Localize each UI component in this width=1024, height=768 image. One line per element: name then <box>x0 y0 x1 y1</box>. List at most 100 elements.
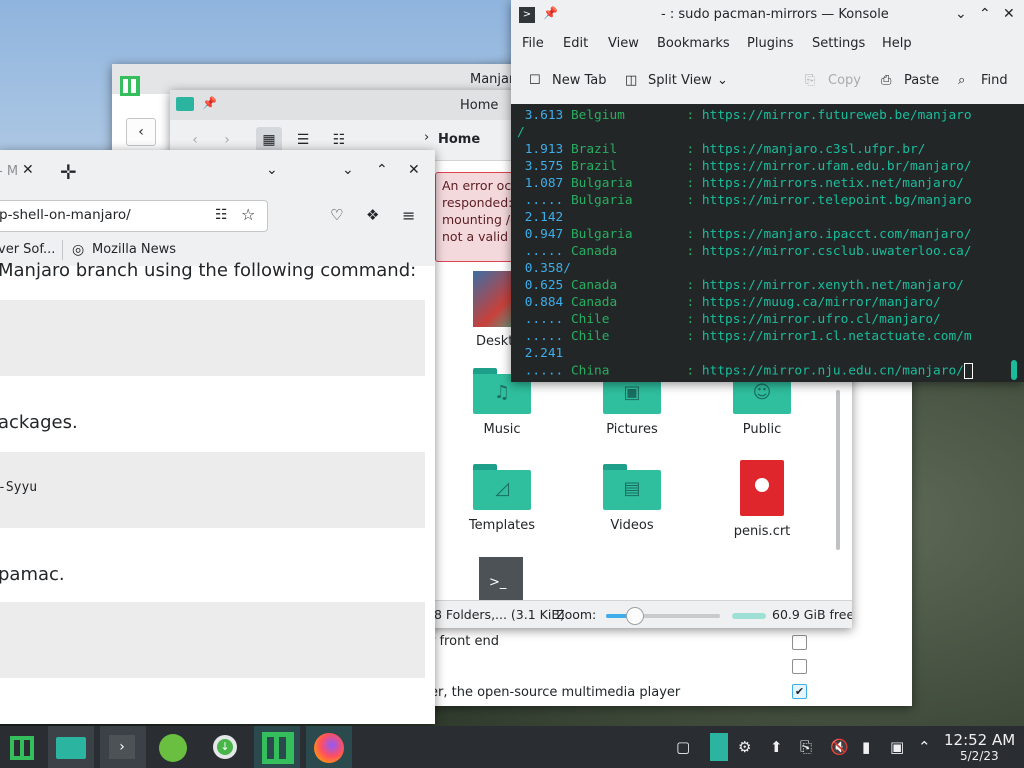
dolphin-statusbar: 8 Folders,... (3.1 KiB) Zoom: 60.9 GiB f… <box>430 600 852 628</box>
konsole-toolbar: ☐ New Tab ◫ Split View ⌄ ⎘ Copy ⎙ Paste … <box>511 58 1024 105</box>
firefox-tabbar: - M ✕ ✛ ⌄ ⌄ ⌃ ✕ <box>0 150 435 196</box>
find-button[interactable]: Find <box>981 73 1008 88</box>
pin-icon[interactable]: 📌 <box>543 6 558 20</box>
terminal-line: 0.947 Bulgaria : https://manjaro.ipacct.… <box>517 227 972 242</box>
mirror-country: Canada : <box>570 295 702 310</box>
code-block <box>0 602 425 678</box>
extensions-icon[interactable]: ❖ <box>366 206 379 224</box>
manjaro-menu-icon[interactable] <box>0 726 46 768</box>
show-desktop-icon[interactable]: ▢ <box>676 738 690 756</box>
konsole-task-icon[interactable]: › <box>100 726 146 768</box>
terminal-line: 0.358/ <box>517 261 571 276</box>
update-icon[interactable]: ⬆ <box>770 738 783 756</box>
mirror-time: 1.087 <box>517 176 571 191</box>
search-icon[interactable]: ⌕ <box>958 73 965 88</box>
close-icon[interactable]: ✕ <box>408 162 420 178</box>
usb-device-icon[interactable]: ▮ <box>862 738 870 756</box>
menu-edit[interactable]: Edit <box>563 36 588 51</box>
menu-bookmarks[interactable]: Bookmarks <box>657 36 730 51</box>
scrollbar[interactable] <box>836 390 840 550</box>
paste-button[interactable]: Paste <box>904 73 939 88</box>
menu-file[interactable]: File <box>522 36 544 51</box>
dolphin-task-icon[interactable] <box>48 726 94 768</box>
file-item-templates[interactable]: ◿ Templates <box>447 464 557 533</box>
split-view-icon[interactable]: ◫ <box>625 73 637 88</box>
tab-close-icon[interactable]: ✕ <box>22 162 34 178</box>
network-icon[interactable]: ▣ <box>890 738 904 756</box>
back-button[interactable]: ‹ <box>126 118 156 146</box>
url-text[interactable]: p-shell-on-manjaro/ <box>0 207 131 223</box>
clock-date[interactable]: 5/2/23 <box>960 749 999 763</box>
firefox-task-icon[interactable] <box>306 726 352 768</box>
mirror-url: https://mirror.xenyth.net/manjaro/ <box>701 278 964 293</box>
terminal-line: ..... Bulgaria : https://mirror.telepoin… <box>517 193 972 208</box>
zoom-slider-handle[interactable] <box>626 607 644 625</box>
terminal-scrollbar[interactable] <box>1011 360 1017 380</box>
pager-icon[interactable] <box>710 733 728 761</box>
menu-view[interactable]: View <box>608 36 639 51</box>
settings-icon[interactable]: ⚙ <box>738 738 751 756</box>
konsole-titlebar[interactable]: > 📌 - : sudo pacman-mirrors — Konsole ⌄ … <box>511 0 1024 30</box>
chevron-left-icon: ‹ <box>138 124 144 140</box>
list-tabs-chevron-icon[interactable]: ⌄ <box>266 162 278 178</box>
mirror-url: https://mirror.nju.edu.cn/manjaro/ <box>701 363 964 379</box>
mirror-time: 2.241 <box>517 346 564 361</box>
split-view-button[interactable]: Split View <box>648 73 712 88</box>
mirror-time: 0.358/ <box>517 261 571 276</box>
url-bar[interactable]: p-shell-on-manjaro/ ☷ ☆ <box>0 200 268 232</box>
file-label-desktop[interactable]: Deskt <box>476 334 513 349</box>
mirror-url: https://mirror1.cl.netactuate.com/m <box>701 329 972 344</box>
minimize-icon[interactable]: ⌄ <box>342 162 354 178</box>
pocket-icon[interactable]: ♡ <box>330 206 343 224</box>
copy-button[interactable]: Copy <box>828 73 861 88</box>
package-checkbox[interactable] <box>792 659 807 674</box>
file-item-videos[interactable]: ▤ Videos <box>577 464 687 533</box>
reader-view-icon[interactable]: ☷ <box>215 207 228 223</box>
minimize-icon[interactable]: ⌄ <box>955 6 967 22</box>
file-label: Templates <box>468 518 536 533</box>
maximize-icon[interactable]: ⌃ <box>376 162 388 178</box>
file-label: Music <box>483 422 521 437</box>
mirror-time: ..... <box>517 329 571 344</box>
menu-plugins[interactable]: Plugins <box>747 36 794 51</box>
file-label: Pictures <box>606 422 658 437</box>
chevron-up-icon[interactable]: ⌃ <box>918 738 931 756</box>
tab-title[interactable]: - M <box>0 164 18 179</box>
terminal-cursor <box>963 363 973 379</box>
clipboard-icon[interactable]: ⎘ <box>800 738 812 756</box>
manjaro-hello-task-icon[interactable] <box>254 726 300 768</box>
zoom-slider[interactable] <box>606 614 720 618</box>
new-tab-icon[interactable]: ☐ <box>529 73 541 88</box>
chevron-down-icon[interactable]: ⌄ <box>717 73 728 88</box>
bookmark-item[interactable]: ver Sof... <box>0 242 55 257</box>
terminal-output[interactable]: 3.613 Belgium : https://mirror.futureweb… <box>511 104 1024 382</box>
konsole-menubar: File Edit View Bookmarks Plugins Setting… <box>511 30 1024 58</box>
mirror-country: Brazil : <box>570 159 702 174</box>
konsole-window-title: - : sudo pacman-mirrors — Konsole <box>661 7 889 22</box>
mirror-time: 3.613 <box>517 108 571 123</box>
package-checkbox-checked[interactable]: ✔ <box>792 684 807 699</box>
clock-time[interactable]: 12:52 AM <box>944 731 1015 749</box>
maximize-icon[interactable]: ⌃ <box>979 6 991 22</box>
hamburger-menu-icon[interactable]: ≡ <box>402 206 415 225</box>
bookmark-item[interactable]: Mozilla News <box>92 242 176 257</box>
downloader-task-icon[interactable]: ↓ <box>203 726 249 768</box>
terminal-line: ..... China : https://mirror.nju.edu.cn/… <box>517 363 973 379</box>
pin-icon[interactable]: 📌 <box>202 96 217 110</box>
close-icon[interactable]: ✕ <box>1003 6 1015 22</box>
bookmark-star-icon[interactable]: ☆ <box>241 205 255 224</box>
menu-settings[interactable]: Settings <box>812 36 865 51</box>
mirror-country: Bulgaria : <box>570 193 702 208</box>
breadcrumb[interactable]: Home <box>438 132 480 147</box>
mirror-url: https://mirror.futureweb.be/manjaro <box>701 108 972 123</box>
copy-icon[interactable]: ⎘ <box>805 73 815 88</box>
new-tab-button[interactable]: New Tab <box>552 73 607 88</box>
mintstick-task-icon[interactable] <box>150 726 196 768</box>
package-checkbox[interactable] <box>792 635 807 650</box>
paste-icon[interactable]: ⎙ <box>881 73 891 88</box>
move-cursor-icon: ✛ <box>60 160 77 184</box>
audio-muted-icon[interactable]: 🔇 <box>830 738 849 756</box>
terminal-line: 1.087 Bulgaria : https://mirrors.netix.n… <box>517 176 964 191</box>
file-item-penis-crt[interactable]: penis.crt <box>707 460 817 539</box>
menu-help[interactable]: Help <box>882 36 912 51</box>
